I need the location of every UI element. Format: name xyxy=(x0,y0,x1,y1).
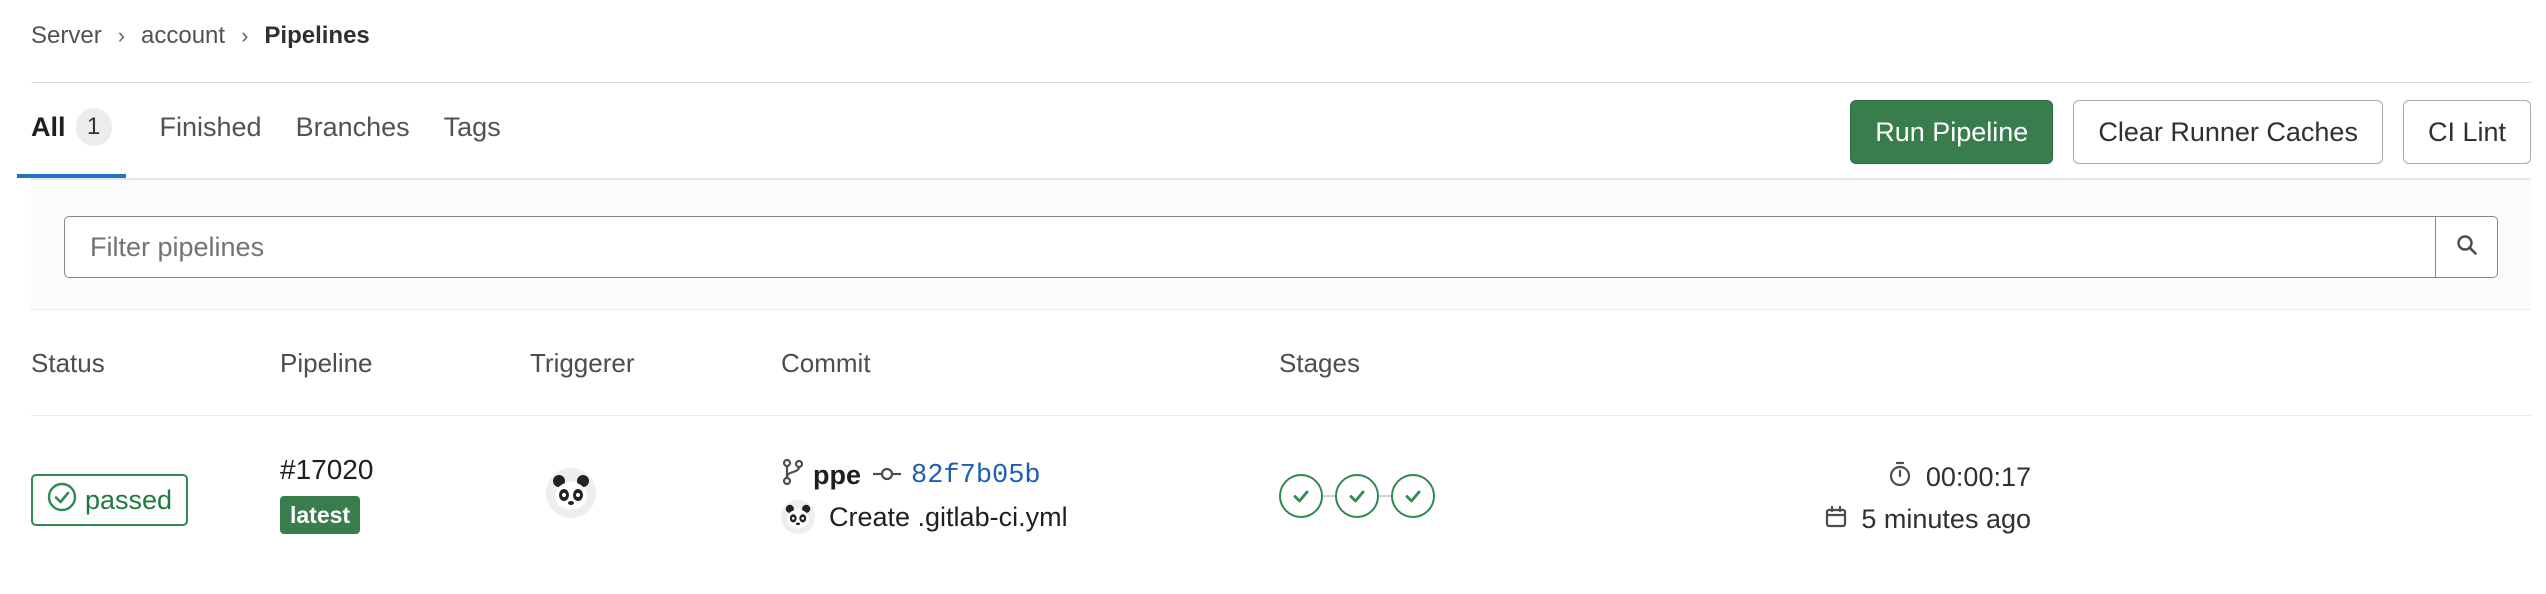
finished-line: 5 minutes ago xyxy=(1825,498,2031,540)
commit-sha-link[interactable]: 82f7b05b xyxy=(911,461,1041,491)
ci-lint-button[interactable]: CI Lint xyxy=(2402,100,2531,164)
breadcrumb-current[interactable]: Pipelines xyxy=(264,22,369,50)
commit-message: Create .gitlab-ci.yml xyxy=(781,500,1068,534)
check-icon xyxy=(1405,490,1421,503)
tab-all[interactable]: All 1 xyxy=(17,100,126,178)
duration-line: 00:00:17 xyxy=(1825,456,2031,498)
tab-finished-label: Finished xyxy=(159,111,262,142)
column-header-commit: Commit xyxy=(781,348,871,378)
check-icon xyxy=(1293,490,1309,503)
pipeline-tabs: All 1 Finished Branches Tags xyxy=(17,100,535,178)
header-divider xyxy=(31,82,2531,83)
run-pipeline-button[interactable]: Run Pipeline xyxy=(1850,100,2054,164)
filter-input-wrapper xyxy=(64,216,2498,278)
commit-author-avatar[interactable] xyxy=(781,500,815,534)
commit-ref: ppe 82f7b05b xyxy=(781,458,1041,493)
check-icon xyxy=(1349,490,1365,503)
column-header-pipeline: Pipeline xyxy=(280,348,373,378)
filter-bar xyxy=(31,178,2531,310)
stage-connector xyxy=(1379,495,1391,497)
latest-badge: latest xyxy=(280,496,361,534)
triggerer-avatar[interactable] xyxy=(546,468,596,518)
column-header-status: Status xyxy=(31,348,105,378)
timer-icon xyxy=(1888,461,1926,494)
tab-branches[interactable]: Branches xyxy=(296,100,410,178)
chevron-right-icon: › xyxy=(241,23,249,48)
pipeline-timing: 00:00:17 5 minutes ago xyxy=(1825,456,2031,540)
stage-status-passed[interactable] xyxy=(1391,474,1435,518)
breadcrumb-item-account[interactable]: account xyxy=(141,22,225,50)
calendar-icon xyxy=(1825,504,1861,535)
branch-icon xyxy=(781,458,805,493)
column-header-triggerer: Triggerer xyxy=(530,348,635,378)
filter-pipelines-input[interactable] xyxy=(65,217,2435,277)
pipelines-table-header: Status Pipeline Triggerer Commit Stages xyxy=(31,310,2531,416)
ref-name-link[interactable]: ppe xyxy=(813,460,861,491)
status-badge[interactable]: passed xyxy=(31,474,189,526)
tab-all-count-badge: 1 xyxy=(75,108,112,146)
pipeline-id-link[interactable]: #17020 xyxy=(280,454,373,486)
status-label: passed xyxy=(85,484,173,515)
check-circle-icon xyxy=(47,482,85,519)
breadcrumb: Server › account › Pipelines xyxy=(31,20,370,52)
pipeline-stages xyxy=(1279,474,1435,518)
tab-all-label: All xyxy=(31,111,66,142)
panda-avatar-icon xyxy=(546,468,596,518)
clear-runner-caches-button[interactable]: Clear Runner Caches xyxy=(2073,100,2383,164)
column-header-stages: Stages xyxy=(1279,348,1360,378)
tab-finished[interactable]: Finished xyxy=(160,100,262,178)
commit-icon xyxy=(873,460,902,491)
search-icon xyxy=(2456,234,2478,261)
pipeline-finished-time: 5 minutes ago xyxy=(1861,503,2031,534)
commit-title-link[interactable]: Create .gitlab-ci.yml xyxy=(829,502,1068,533)
chevron-right-icon: › xyxy=(117,23,126,48)
tab-tags[interactable]: Tags xyxy=(444,100,501,178)
pipeline-duration: 00:00:17 xyxy=(1925,461,2031,492)
breadcrumb-item-server[interactable]: Server xyxy=(31,22,102,50)
stage-status-passed[interactable] xyxy=(1335,474,1379,518)
search-button[interactable] xyxy=(2435,217,2497,277)
tab-tags-label: Tags xyxy=(443,111,501,142)
table-row: passed #17020 latest ppe 82f7b05b Create… xyxy=(31,416,2531,566)
stage-status-passed[interactable] xyxy=(1279,474,1323,518)
stage-connector xyxy=(1323,495,1335,497)
pipeline-actions: Run Pipeline Clear Runner Caches CI Lint xyxy=(1850,100,2531,164)
tab-branches-label: Branches xyxy=(295,111,410,142)
panda-avatar-icon xyxy=(781,500,815,534)
